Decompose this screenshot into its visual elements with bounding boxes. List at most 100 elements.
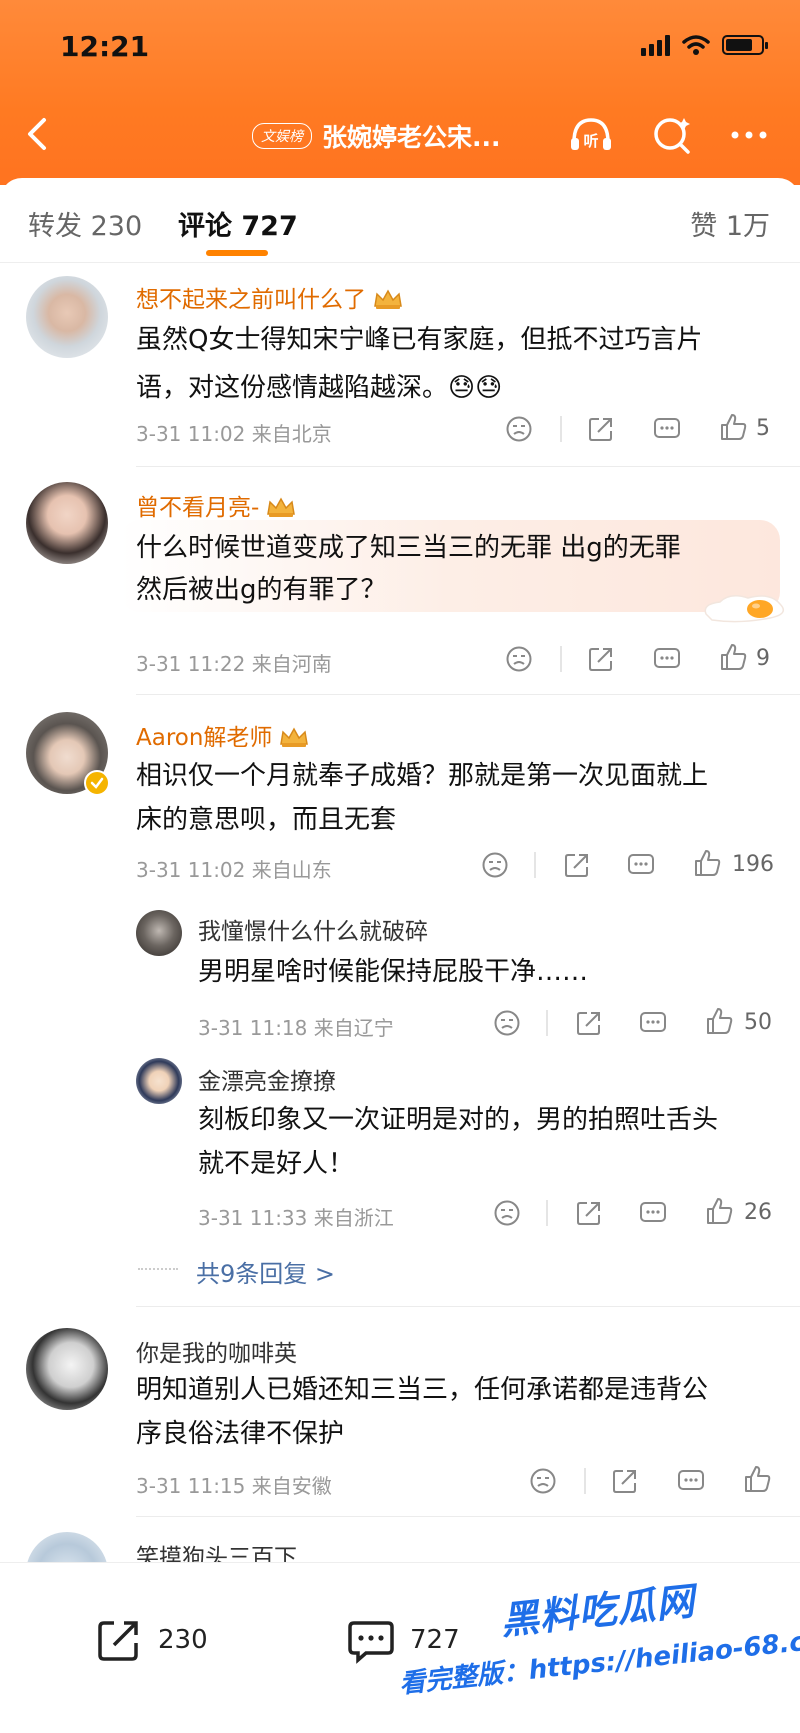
more-icon[interactable] bbox=[726, 112, 772, 158]
nav-bar: 文娱榜 张婉婷老公宋... 听 bbox=[0, 100, 800, 170]
status-time: 12:21 bbox=[60, 30, 150, 63]
dislike-icon[interactable] bbox=[492, 1198, 522, 1228]
reply-username[interactable]: 金漂亮金撩撩 bbox=[198, 1062, 336, 1096]
dislike-icon[interactable] bbox=[492, 1008, 522, 1038]
comment-text: 虽然Q女士得知宋宁峰已有家庭，但抵不过巧言片 bbox=[136, 325, 703, 355]
avatar[interactable] bbox=[26, 276, 108, 358]
comment-text: 语，对这份感情越陷越深。😓😓 bbox=[136, 373, 503, 403]
username-text: 曾不看月亮- bbox=[136, 495, 260, 521]
verified-badge-icon bbox=[84, 770, 110, 796]
repost-icon[interactable] bbox=[574, 1008, 604, 1038]
comment-text: 相识仅一个月就奉子成婚？那就是第一次见面就上 bbox=[136, 761, 709, 791]
comment-meta: 3-31 11:02 来自北京 bbox=[136, 422, 332, 446]
repost-count: 230 bbox=[158, 1625, 208, 1655]
reply-meta: 3-31 11:18 来自辽宁 bbox=[198, 1016, 394, 1040]
comment-divider bbox=[136, 694, 800, 695]
listen-icon[interactable]: 听 bbox=[568, 112, 614, 158]
action-separator bbox=[534, 852, 536, 878]
status-icons bbox=[641, 34, 768, 56]
comment-text: 然后被出g的有罪了？ bbox=[136, 575, 387, 605]
like-icon[interactable] bbox=[718, 412, 748, 442]
reply-meta: 3-31 11:33 来自浙江 bbox=[198, 1206, 394, 1230]
reply-icon[interactable] bbox=[652, 644, 682, 674]
action-separator bbox=[584, 1468, 586, 1494]
like-count: 5 bbox=[756, 416, 770, 441]
avatar[interactable] bbox=[26, 482, 108, 564]
tab-active-indicator bbox=[206, 250, 268, 256]
repost-icon[interactable] bbox=[574, 1198, 604, 1228]
more-replies-link[interactable]: 共9条回复 > bbox=[196, 1254, 335, 1289]
comment-divider bbox=[136, 1306, 800, 1307]
reply-avatar[interactable] bbox=[136, 1058, 182, 1104]
repost-icon[interactable] bbox=[586, 414, 616, 444]
signal-icon bbox=[641, 34, 670, 56]
username-text: Aaron解老师 bbox=[136, 725, 273, 751]
reply-icon[interactable] bbox=[676, 1466, 706, 1496]
comment-username[interactable]: 想不起来之前叫什么了 bbox=[136, 280, 404, 314]
search-icon[interactable] bbox=[650, 112, 696, 158]
crown-badge-icon bbox=[374, 289, 402, 309]
battery-icon bbox=[722, 35, 768, 55]
comment-username[interactable]: 你是我的咖啡英 bbox=[136, 1334, 297, 1368]
listen-label: 听 bbox=[583, 132, 598, 150]
dislike-icon[interactable] bbox=[528, 1466, 558, 1496]
crown-badge-icon bbox=[280, 727, 309, 747]
tabs-divider bbox=[0, 262, 800, 263]
like-count: 196 bbox=[732, 852, 774, 877]
like-count: 50 bbox=[744, 1010, 772, 1035]
action-separator bbox=[546, 1200, 548, 1226]
back-icon[interactable] bbox=[20, 114, 60, 154]
comment-username[interactable]: Aaron解老师 bbox=[136, 718, 310, 752]
comment-username[interactable]: 曾不看月亮- bbox=[136, 488, 297, 522]
comment-text: 床的意思呗，而且无套 bbox=[136, 805, 397, 835]
like-icon[interactable] bbox=[742, 1464, 772, 1494]
comment-text: 什么时候世道变成了知三当三的无罪 出g的无罪 bbox=[136, 533, 681, 563]
username-text: 想不起来之前叫什么了 bbox=[136, 287, 366, 313]
action-separator bbox=[560, 646, 562, 672]
repost-button[interactable]: 230 bbox=[94, 1615, 208, 1665]
avatar[interactable] bbox=[26, 1328, 108, 1410]
comment-text: 序良俗法律不保护 bbox=[136, 1419, 345, 1449]
like-icon[interactable] bbox=[692, 848, 722, 878]
dislike-icon[interactable] bbox=[504, 644, 534, 674]
tab-repost[interactable]: 转发 230 bbox=[28, 204, 142, 243]
dislike-icon[interactable] bbox=[480, 850, 510, 880]
comment-button[interactable]: 727 bbox=[346, 1615, 460, 1665]
like-icon[interactable] bbox=[704, 1006, 734, 1036]
tab-comments[interactable]: 评论 727 bbox=[178, 204, 298, 243]
fried-egg-icon bbox=[704, 595, 785, 623]
hot-list-badge: 文娱榜 bbox=[252, 123, 312, 149]
reply-text: 刻板印象又一次证明是对的，男的拍照吐舌头 bbox=[198, 1105, 719, 1135]
repost-icon[interactable] bbox=[610, 1466, 640, 1496]
wifi-icon bbox=[682, 35, 710, 55]
reply-icon[interactable] bbox=[652, 414, 682, 444]
reply-text: 就不是好人！ bbox=[198, 1149, 355, 1179]
repost-icon[interactable] bbox=[586, 644, 616, 674]
comment-divider bbox=[136, 1516, 800, 1517]
crown-badge-icon bbox=[267, 497, 296, 517]
reply-icon[interactable] bbox=[638, 1198, 668, 1228]
like-icon[interactable] bbox=[718, 642, 748, 672]
action-separator bbox=[546, 1010, 548, 1036]
comment-count: 727 bbox=[410, 1625, 460, 1655]
reply-icon[interactable] bbox=[638, 1008, 668, 1038]
reply-avatar[interactable] bbox=[136, 910, 182, 956]
comment-meta: 3-31 11:15 来自安徽 bbox=[136, 1474, 332, 1498]
repost-icon[interactable] bbox=[562, 850, 592, 880]
comment-icon bbox=[348, 1621, 394, 1664]
page-title: 张婉婷老公宋... bbox=[322, 123, 501, 152]
tab-bar: 转发 230 评论 727 赞 1万 bbox=[0, 178, 800, 258]
comment-meta: 3-31 11:22 来自河南 bbox=[136, 652, 332, 676]
nav-title-group[interactable]: 文娱榜 张婉婷老公宋... bbox=[252, 118, 501, 154]
reply-icon[interactable] bbox=[626, 850, 656, 880]
like-count: 9 bbox=[756, 646, 770, 671]
like-count: 26 bbox=[744, 1200, 772, 1225]
reply-username[interactable]: 我憧憬什么什么就破碎 bbox=[198, 912, 428, 946]
dislike-icon[interactable] bbox=[504, 414, 534, 444]
action-separator bbox=[560, 416, 562, 442]
reply-text: 男明星啥时候能保持屁股干净…… bbox=[198, 957, 589, 987]
comment-divider bbox=[136, 466, 800, 467]
like-icon[interactable] bbox=[704, 1196, 734, 1226]
tab-likes[interactable]: 赞 1万 bbox=[690, 204, 770, 243]
repost-icon bbox=[98, 1621, 138, 1661]
